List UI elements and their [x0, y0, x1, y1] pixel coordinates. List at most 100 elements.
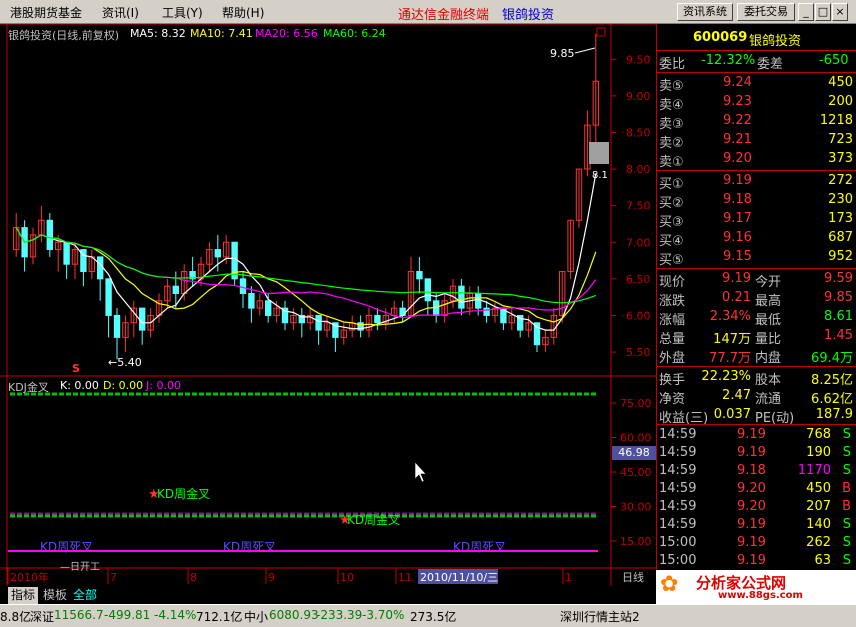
candle-body [458, 285, 465, 309]
tick-side: S [842, 517, 851, 532]
tick-row: 14:59 9.20 450 B [657, 481, 856, 499]
stat-value-right: 8.61 [824, 309, 853, 324]
tick-time: 14:59 [659, 517, 697, 532]
sz-index: 11566.7 [54, 608, 104, 622]
weicha-label: 委差 [757, 57, 784, 72]
stat-value-left: 0.21 [722, 290, 751, 305]
buy-level-label: 买② [659, 196, 684, 211]
chart-area[interactable]: 9.50 9.00 8.50 8.00 7.50 7.00 6.50 6.00 5.50 75.… [0, 24, 656, 586]
sell-level-row: 卖① 9.20 373 [657, 151, 856, 170]
quote-stat-row: 涨幅 2.34% 最低 8.61 [657, 309, 856, 328]
menu-help[interactable]: 帮助(H) [222, 4, 264, 21]
xaxis-label: 日线 [622, 570, 644, 584]
menu-info[interactable]: 资讯(I) [102, 4, 139, 21]
tick-time: 14:59 [659, 481, 697, 496]
tick-price: 9.19 [737, 427, 766, 442]
candle-body [248, 292, 255, 309]
tab-template[interactable]: 模板 [40, 587, 71, 604]
sell-level-price: 9.22 [723, 113, 752, 128]
server-name[interactable]: 深圳行情主站2 [560, 608, 640, 625]
stat2-label-left: 换手 [659, 373, 686, 388]
sz-label[interactable]: 深证 [30, 608, 54, 625]
sell-level-price: 9.20 [723, 151, 752, 166]
kdj-tick-label: 75.00 [620, 397, 652, 410]
tick-side: S [842, 463, 851, 478]
tick-time: 14:59 [659, 463, 697, 478]
info-system-button[interactable]: 资讯系统 [677, 3, 733, 21]
stat2-label-left: 净资 [659, 392, 686, 407]
buy-level-volume: 230 [828, 192, 853, 207]
kdj-k-label: K: 0.00 [60, 379, 99, 392]
menu-hk-futures-funds[interactable]: 港股期货基金 [10, 4, 82, 21]
tick-price: 9.19 [737, 445, 766, 460]
tick-side: B [842, 481, 851, 496]
quote-header: 600069 银鸽投资 [657, 30, 856, 49]
tick-price: 9.19 [737, 535, 766, 550]
buy-level-label: 买① [659, 177, 684, 192]
star-icon: ★ [148, 487, 160, 502]
sell-level-label: 卖④ [659, 98, 684, 113]
price-tick-label: 5.50 [626, 346, 651, 359]
tick-volume: 190 [806, 445, 831, 460]
tick-time: 14:59 [659, 445, 697, 460]
tab-all[interactable]: 全部 [70, 587, 101, 604]
sell-level-row: 卖② 9.21 723 [657, 132, 856, 151]
status-prev-amount: 8.8亿 [0, 610, 32, 624]
kdj-marks [10, 392, 598, 518]
candle-body [214, 249, 221, 258]
tick-row: 14:59 9.19 190 S [657, 445, 856, 463]
stat2-value-left: 22.23% [701, 369, 751, 384]
sell-level-volume: 200 [828, 94, 853, 109]
tab-indicator[interactable]: 指标 [8, 587, 39, 604]
zx-label[interactable]: 中小 [244, 608, 268, 625]
tick-volume: 768 [806, 427, 831, 442]
minimize-button[interactable]: _ [798, 3, 814, 21]
quote-stat-row: 外盘 77.7万 内盘 69.4万 [657, 347, 856, 366]
stat-value-left: 77.7万 [709, 351, 751, 366]
close-button[interactable]: × [832, 3, 848, 21]
tick-side: B [842, 499, 851, 514]
stat-value-right: 1.45 [824, 328, 853, 343]
tick-row: 14:59 9.19 140 S [657, 517, 856, 535]
kdj-tick-label: 45.00 [620, 466, 652, 479]
low-price-label: ←5.40 [108, 356, 142, 369]
stat-value-left: 9.19 [722, 271, 751, 286]
separator [657, 366, 856, 367]
candle-body [46, 219, 53, 251]
sell-level-volume: 723 [828, 132, 853, 147]
stat2-value-right: 6.62亿 [811, 392, 853, 407]
flower-icon: ✿ [660, 572, 679, 597]
maximize-button[interactable]: □ [815, 3, 831, 21]
zx-index: 6080.93 [269, 608, 319, 622]
stat-label-left: 总量 [659, 332, 686, 347]
stat-value-left: 147万 [713, 332, 751, 347]
weibi-label: 委比 [659, 57, 686, 72]
menu-tools[interactable]: 工具(Y) [162, 4, 203, 21]
trade-button[interactable]: 委托交易 [737, 3, 795, 21]
price-tick-label: 7.50 [626, 200, 651, 213]
candle-body [265, 300, 272, 316]
kdj-golden-cross-label-1: KD周金叉 [157, 486, 210, 501]
x-axis: 2010年 7 8 9 10 11 2010/11/10/三 1 日线 [7, 568, 644, 584]
buy-level-row: 买⑤ 9.15 952 [657, 249, 856, 268]
cursor-icon [414, 461, 427, 483]
tick-price: 9.19 [737, 553, 766, 568]
app-title: 通达信金融终端 [398, 8, 490, 23]
buy-level-label: 买③ [659, 215, 684, 230]
xaxis-label: 1 [565, 571, 572, 584]
star-icon: ★ [339, 513, 351, 528]
kdj-axis: 75.00 60.00 45.00 30.00 15.00 [611, 397, 652, 548]
buy-level-volume: 173 [828, 211, 853, 226]
quote-stat-row: 涨跌 0.21 最高 9.85 [657, 290, 856, 309]
stock-code: 600069 [693, 30, 748, 45]
buy-level-row: 买② 9.18 230 [657, 192, 856, 211]
xaxis-label: 10 [340, 571, 354, 584]
candle-body [105, 278, 112, 316]
ma10-label: MA10: 7.41 [190, 27, 253, 40]
stat-label-left: 涨幅 [659, 313, 686, 328]
stat-value-left: 2.34% [709, 309, 751, 324]
tick-volume: 207 [806, 499, 831, 514]
price-tick-label: 6.50 [626, 273, 651, 286]
high-price-label: 9.85 [550, 47, 575, 60]
weibi-value: -12.32% [701, 53, 756, 68]
